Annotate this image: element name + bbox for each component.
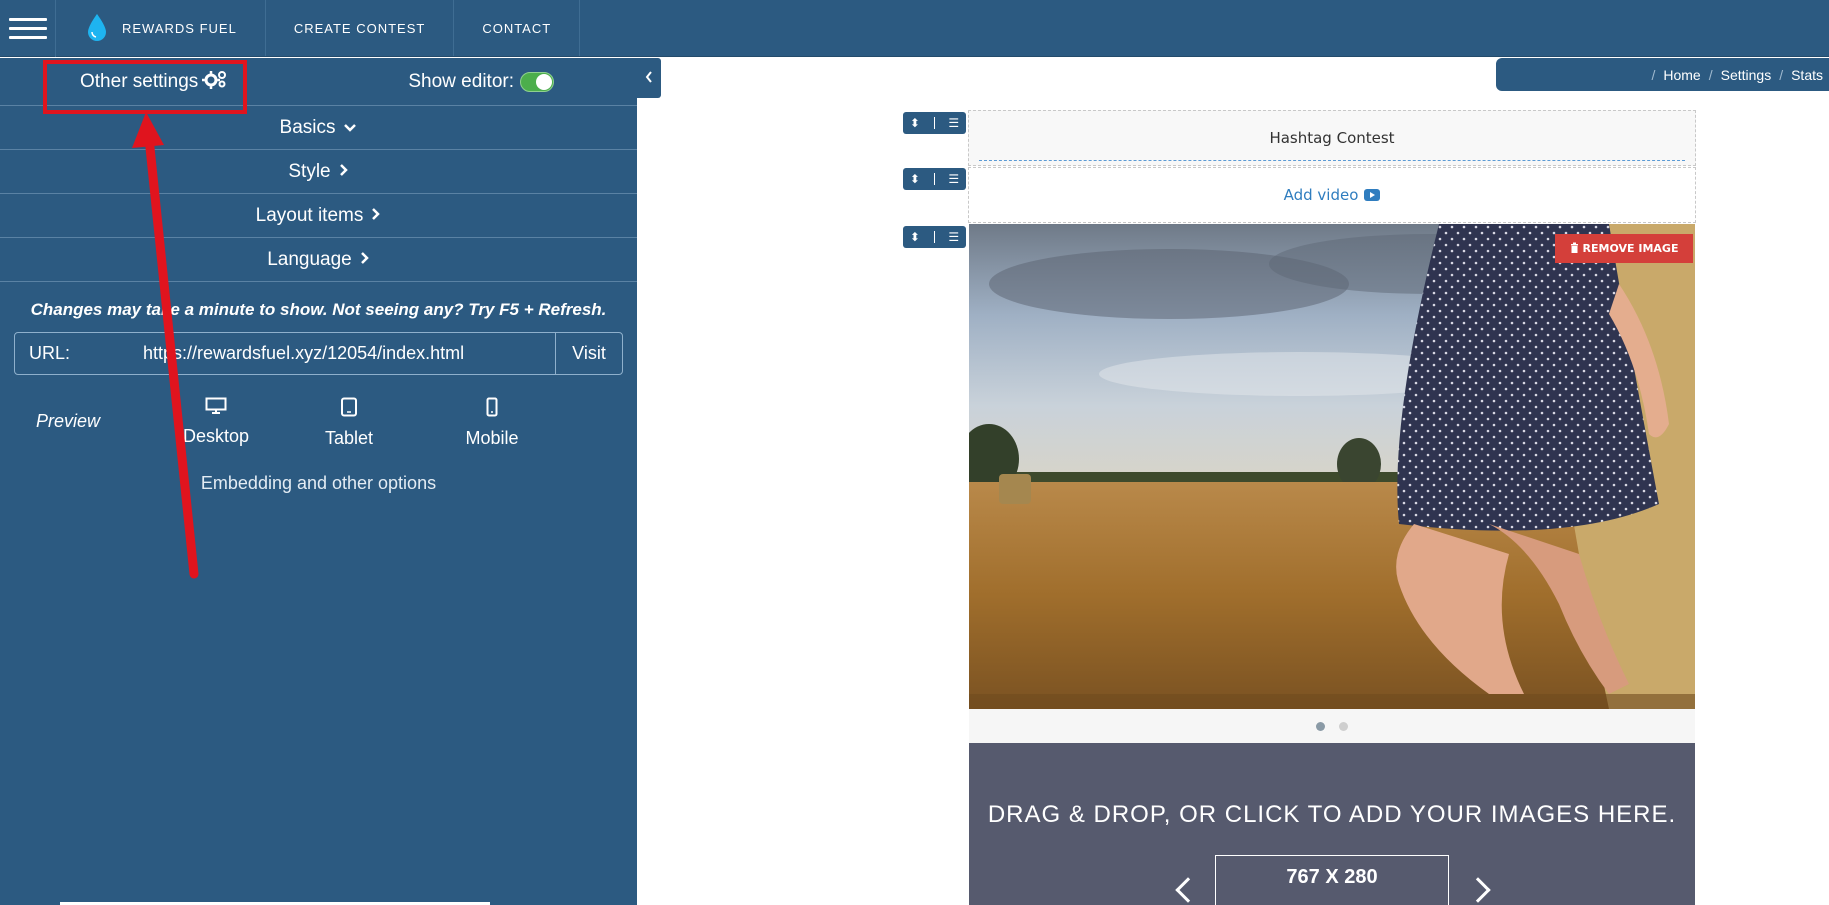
dimensions-label: 767 X 280 [1286, 866, 1378, 888]
image-upload-dropzone[interactable]: DRAG & DROP, OR CLICK TO ADD YOUR IMAGES… [969, 743, 1695, 905]
breadcrumb: / Home / Settings / Stats [1496, 58, 1829, 91]
chevron-left-icon[interactable] [1175, 877, 1201, 903]
visit-button[interactable]: Visit [556, 333, 622, 374]
device-label: Mobile [465, 428, 519, 448]
nav-create-contest[interactable]: CREATE CONTEST [266, 0, 455, 56]
list-icon: ☰ [948, 172, 960, 186]
list-icon: ☰ [948, 116, 960, 130]
sort-icon: ⬍ [909, 172, 920, 186]
show-editor-toggle[interactable] [520, 71, 554, 92]
youtube-icon [1364, 189, 1381, 201]
contest-image[interactable] [969, 224, 1695, 709]
section-label: Style [288, 160, 331, 182]
top-navbar: REWARDS FUEL CREATE CONTEST CONTACT [0, 0, 1829, 57]
block-handle-video[interactable]: ⬍ ☰ [903, 168, 966, 190]
carousel-dot-1[interactable] [1316, 721, 1325, 731]
upload-instructions: DRAG & DROP, OR CLICK TO ADD YOUR IMAGES… [987, 801, 1677, 828]
show-editor-label: Show editor: [408, 70, 514, 92]
chevron-right-icon[interactable] [1465, 877, 1491, 903]
remove-image-label: REMOVE IMAGE [1582, 242, 1679, 255]
mobile-icon [485, 397, 499, 422]
breadcrumb-settings[interactable]: Settings [1721, 67, 1772, 83]
chevron-right-icon [339, 161, 349, 183]
contest-title[interactable]: Hashtag Contest [1269, 129, 1394, 147]
show-editor-control: Show editor: [408, 71, 554, 93]
list-icon: ☰ [948, 230, 960, 244]
preview-mobile-button[interactable]: Mobile [432, 397, 552, 449]
carousel-dot-2[interactable] [1339, 721, 1348, 731]
preview-tablet-button[interactable]: Tablet [266, 397, 432, 449]
add-video-block[interactable]: Add video [968, 167, 1696, 223]
image-dimensions: 767 X 280 [1215, 855, 1449, 905]
section-label: Language [267, 248, 352, 270]
chevron-right-icon [371, 205, 381, 227]
collapse-panel-button[interactable] [637, 58, 661, 98]
chevron-down-icon [343, 117, 357, 139]
remove-image-button[interactable]: REMOVE IMAGE [1555, 234, 1693, 263]
trash-icon [1570, 242, 1579, 256]
chevron-right-icon [360, 249, 370, 271]
breadcrumb-home[interactable]: Home [1663, 67, 1700, 83]
carousel-indicators [969, 709, 1695, 743]
section-label: Layout items [255, 204, 364, 226]
contest-title-block[interactable]: Hashtag Contest [968, 110, 1696, 166]
block-handle-image[interactable]: ⬍ ☰ [903, 226, 966, 248]
field-photo [969, 224, 1695, 709]
tablet-icon [340, 397, 358, 422]
block-handle-title[interactable]: ⬍ ☰ [903, 112, 966, 134]
add-video-link[interactable]: Add video [1284, 186, 1359, 204]
annotation-arrow [132, 112, 199, 579]
breadcrumb-stats[interactable]: Stats [1791, 67, 1823, 83]
device-label: Tablet [324, 428, 374, 448]
sort-icon: ⬍ [909, 116, 920, 130]
chevron-left-icon [645, 70, 653, 86]
nav-contact[interactable]: CONTACT [454, 0, 581, 56]
sort-icon: ⬍ [909, 230, 920, 244]
section-label: Basics [279, 116, 336, 138]
